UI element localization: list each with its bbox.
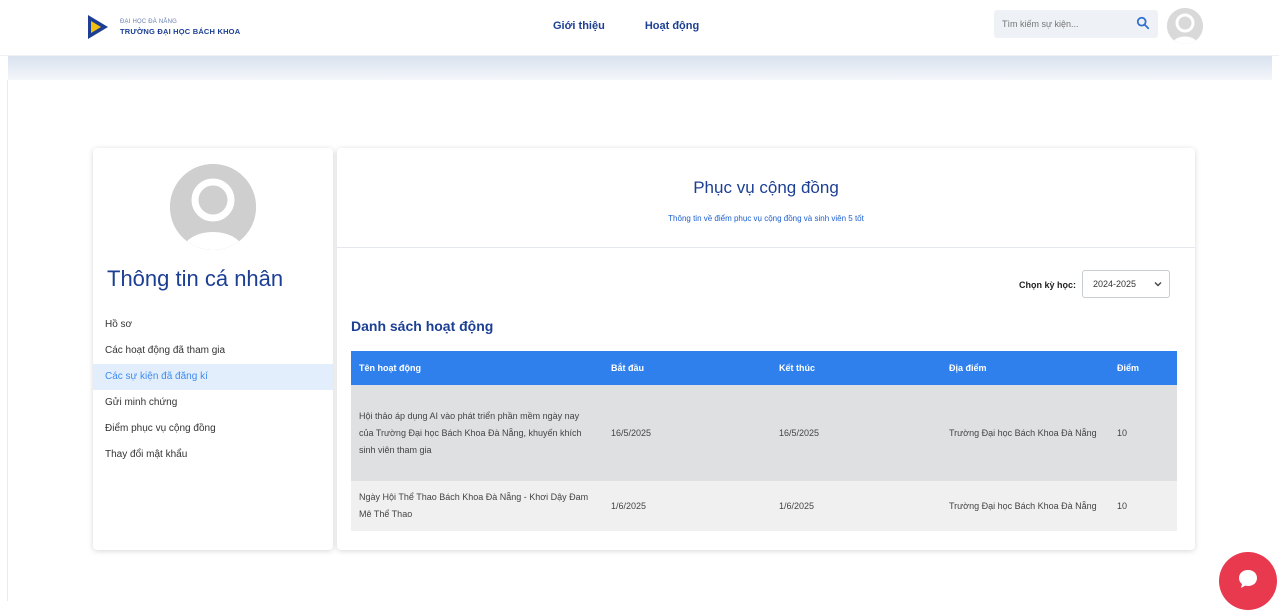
search-input[interactable] xyxy=(1002,16,1132,32)
term-select-value: 2024-2025 xyxy=(1093,279,1137,289)
cell-location: Trường Đại học Bách Khoa Đà Nẵng xyxy=(941,385,1109,481)
chat-icon xyxy=(1239,570,1257,588)
community-service-panel: Phục vụ cộng đồng Thông tin về điểm phục… xyxy=(337,148,1195,550)
cell-start-date: 16/5/2025 xyxy=(603,385,771,481)
term-select[interactable]: 2024-2025 xyxy=(1082,270,1170,298)
term-label: Chọn kỳ học: xyxy=(1018,280,1076,290)
col-header-name: Tên hoạt động xyxy=(351,351,603,385)
sidebar-menu: Hồ sơ Các hoạt động đã tham gia Các sự k… xyxy=(93,312,333,468)
table-row[interactable]: Ngày Hội Thể Thao Bách Khoa Đà Nẵng - Kh… xyxy=(351,481,1177,531)
cell-points: 10 xyxy=(1109,385,1177,481)
main-nav: Giới thiệu Hoạt động xyxy=(553,20,699,32)
panel-header: Phục vụ cộng đồng Thông tin về điểm phục… xyxy=(337,148,1195,248)
cell-points: 10 xyxy=(1109,481,1177,531)
sidebar-title: Thông tin cá nhân xyxy=(107,266,284,291)
col-header-location: Địa điểm xyxy=(941,351,1109,385)
sidebar-item-gui-minh-chung[interactable]: Gửi minh chứng xyxy=(93,390,333,416)
table-row[interactable]: Hội thảo áp dụng AI vào phát triển phần … xyxy=(351,385,1177,481)
table-header-row: Tên hoạt động Bắt đầu Kết thúc Địa điểm … xyxy=(351,351,1177,385)
activity-table: Tên hoạt động Bắt đầu Kết thúc Địa điểm … xyxy=(351,351,1177,531)
sidebar-item-su-kien-da-dang-ki[interactable]: Các sự kiện đã đăng kí xyxy=(93,364,333,390)
col-header-end: Kết thúc xyxy=(771,351,941,385)
sidebar-item-hoat-dong-da-tham-gia[interactable]: Các hoạt động đã tham gia xyxy=(93,338,333,364)
activity-list-title: Danh sách hoạt động xyxy=(351,318,494,334)
sidebar-item-diem-phuc-vu-cong-dong[interactable]: Điểm phục vụ cộng đồng xyxy=(93,416,333,442)
cell-end-date: 16/5/2025 xyxy=(771,385,941,481)
cell-end-date: 1/6/2025 xyxy=(771,481,941,531)
profile-sidebar: Thông tin cá nhân Hồ sơ Các hoạt động đã… xyxy=(93,148,333,550)
logo-line2: TRƯỜNG ĐẠI HỌC BÁCH KHOA xyxy=(120,27,241,36)
nav-link-gioi-thieu[interactable]: Giới thiệu xyxy=(553,20,605,32)
page-edge xyxy=(7,80,8,601)
logo-line1: ĐẠI HỌC ĐÀ NẴNG xyxy=(120,19,178,25)
profile-avatar-icon xyxy=(170,164,256,250)
logo-icon xyxy=(88,13,114,41)
search-box xyxy=(994,10,1158,38)
sidebar-item-doi-mat-khau[interactable]: Thay đổi mật khẩu xyxy=(93,442,333,468)
header: ĐẠI HỌC ĐÀ NẴNG TRƯỜNG ĐẠI HỌC BÁCH KHOA… xyxy=(0,0,1279,56)
col-header-points: Điểm xyxy=(1109,351,1177,385)
page-subtitle: Thông tin về điểm phục vụ cộng đồng và s… xyxy=(668,214,864,223)
user-avatar-icon[interactable] xyxy=(1167,8,1203,44)
chat-button[interactable] xyxy=(1219,552,1277,610)
col-header-start: Bắt đầu xyxy=(603,351,771,385)
sidebar-item-ho-so[interactable]: Hồ sơ xyxy=(93,312,333,338)
cell-start-date: 1/6/2025 xyxy=(603,481,771,531)
cell-activity-name: Hội thảo áp dụng AI vào phát triển phần … xyxy=(351,385,603,481)
nav-link-hoat-dong[interactable]: Hoạt động xyxy=(645,20,699,32)
chevron-down-icon xyxy=(1154,282,1162,287)
page-title: Phục vụ cộng đồng xyxy=(693,178,839,197)
header-banner xyxy=(8,56,1272,80)
cell-location: Trường Đại học Bách Khoa Đà Nẵng xyxy=(941,481,1109,531)
university-logo[interactable]: ĐẠI HỌC ĐÀ NẴNG TRƯỜNG ĐẠI HỌC BÁCH KHOA xyxy=(88,10,240,44)
search-icon[interactable] xyxy=(1136,16,1150,30)
cell-activity-name: Ngày Hội Thể Thao Bách Khoa Đà Nẵng - Kh… xyxy=(351,481,603,531)
